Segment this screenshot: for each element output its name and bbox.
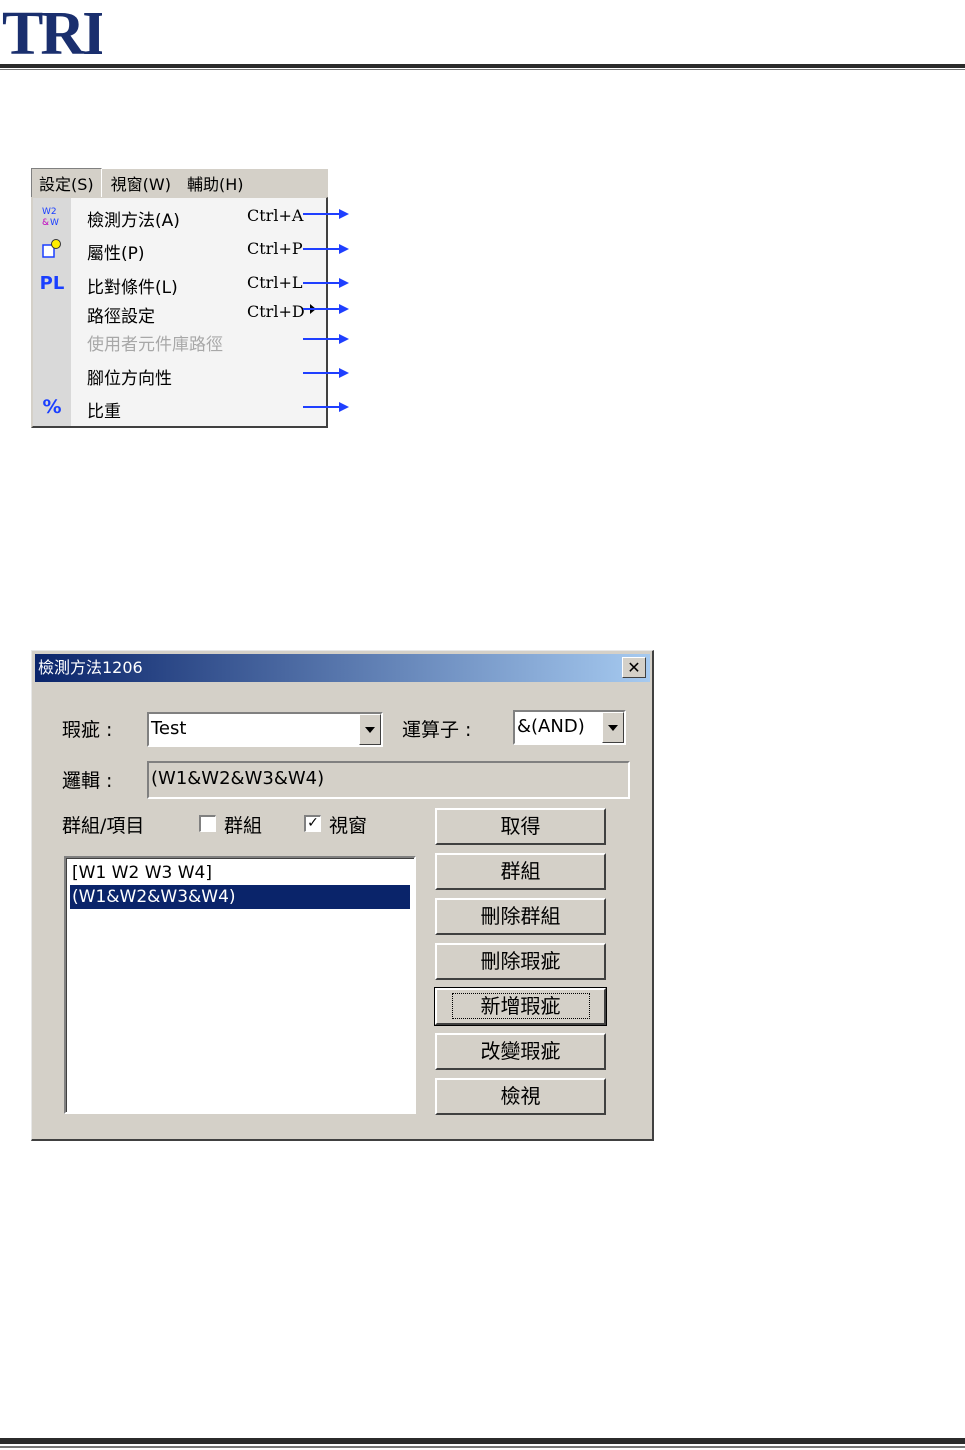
callout-arrow-icon: [303, 402, 349, 412]
pl-icon: PL: [39, 272, 65, 294]
chevron-down-icon: [608, 724, 618, 731]
list-item-selected[interactable]: (W1&W2&W3&W4): [70, 885, 410, 909]
logic-field[interactable]: (W1&W2&W3&W4): [147, 761, 630, 799]
operator-label: 運算子 :: [402, 719, 472, 741]
callout-arrow-icon: [303, 334, 349, 344]
defect-value: Test: [151, 718, 187, 739]
menu-item-label: 比對條件(L): [87, 278, 178, 298]
menu-item-label: 比重: [87, 402, 121, 422]
callout-arrow-icon: [303, 278, 349, 288]
w2-vm-icon: W2 & W: [39, 204, 65, 228]
footer-rule-thin: [0, 1446, 965, 1448]
group-checkbox[interactable]: [199, 815, 216, 832]
header-rule: [0, 64, 965, 68]
menu-help[interactable]: 輔助(H): [180, 169, 251, 197]
inspection-method-dialog: 檢測方法1206 ✕ 瑕疵 : Test 運算子 : &(AND) 邏輯 : (…: [31, 650, 654, 1141]
group-checkbox-label: 群組: [224, 815, 263, 837]
svg-text:&: &: [42, 218, 49, 228]
group-button[interactable]: 群組: [435, 853, 606, 890]
callout-arrow-icon: [303, 304, 349, 314]
callout-arrow-icon: [303, 209, 349, 219]
menu-item-label: 腳位方向性: [87, 369, 172, 389]
operator-combobox[interactable]: &(AND): [513, 710, 626, 745]
menu-item-shortcut: Ctrl+D: [247, 302, 305, 321]
menu-item-pin-orientation[interactable]: 腳位方向性: [33, 360, 328, 389]
menu-item-label: 使用者元件庫路徑: [87, 335, 223, 355]
svg-text:W2: W2: [42, 207, 57, 217]
defect-combobox[interactable]: Test: [147, 712, 383, 747]
logo-text: TRI: [2, 2, 102, 58]
window-checkbox[interactable]: ✓: [304, 815, 321, 832]
menu-settings[interactable]: 設定(S): [31, 168, 102, 198]
svg-text:W: W: [50, 218, 59, 228]
property-icon: [39, 237, 65, 261]
window-checkbox-label: 視窗: [329, 815, 368, 837]
get-button[interactable]: 取得: [435, 808, 606, 845]
menu-window[interactable]: 視窗(W): [104, 169, 178, 197]
group-item-listbox[interactable]: [W1 W2 W3 W4] (W1&W2&W3&W4): [64, 856, 416, 1114]
dialog-titlebar[interactable]: 檢測方法1206 ✕: [35, 654, 650, 682]
menu-item-label: 檢測方法(A): [87, 211, 180, 231]
header-rule-thin: [0, 69, 965, 70]
callout-arrow-icon: [303, 368, 349, 378]
menu-item-weight[interactable]: % 比重: [33, 393, 328, 422]
menu-item-compare-condition[interactable]: PL 比對條件(L) Ctrl+L: [33, 269, 328, 299]
operator-dropdown-button[interactable]: [602, 712, 624, 743]
menu-item-shortcut: Ctrl+A: [247, 206, 304, 225]
defect-dropdown-button[interactable]: [359, 714, 381, 745]
dialog-title: 檢測方法1206: [38, 658, 143, 677]
callout-arrow-icon: [303, 244, 349, 254]
add-defect-button-label: 新增瑕疵: [451, 993, 590, 1019]
view-button[interactable]: 檢視: [435, 1078, 606, 1115]
menu-item-property[interactable]: 屬性(P) Ctrl+P: [33, 235, 328, 264]
logic-label: 邏輯 :: [62, 770, 113, 792]
menu-item-inspection-method[interactable]: W2 & W 檢測方法(A) Ctrl+A: [33, 202, 328, 231]
chevron-down-icon: [365, 726, 375, 733]
menu-item-path-settings[interactable]: 路徑設定 Ctrl+D: [33, 298, 328, 327]
tri-logo: TRI: [2, 2, 102, 58]
menu-item-shortcut: Ctrl+L: [247, 273, 303, 292]
percent-icon: %: [42, 396, 62, 418]
menu-item-label: 路徑設定: [87, 307, 155, 327]
change-defect-button[interactable]: 改變瑕疵: [435, 1033, 606, 1070]
add-defect-button[interactable]: 新增瑕疵: [434, 987, 607, 1026]
delete-defect-button[interactable]: 刪除瑕疵: [435, 943, 606, 980]
settings-dropdown: W2 & W 檢測方法(A) Ctrl+A 屬性(P) Ctrl+P PL 比對…: [31, 197, 328, 428]
menu-item-label: 屬性(P): [87, 244, 145, 264]
group-item-label: 群組/項目: [62, 815, 145, 837]
logic-value: (W1&W2&W3&W4): [151, 768, 325, 789]
menu-item-shortcut: Ctrl+P: [247, 239, 303, 258]
footer-rule: [0, 1438, 965, 1444]
close-icon[interactable]: ✕: [622, 657, 646, 678]
delete-group-button[interactable]: 刪除群組: [435, 898, 606, 935]
menu-bar: 設定(S) 視窗(W) 輔助(H): [31, 168, 328, 198]
list-item[interactable]: [W1 W2 W3 W4]: [70, 861, 410, 885]
defect-label: 瑕疵 :: [62, 719, 113, 741]
menu-item-user-library-path: 使用者元件庫路徑: [33, 326, 328, 355]
operator-value: &(AND): [517, 716, 585, 737]
